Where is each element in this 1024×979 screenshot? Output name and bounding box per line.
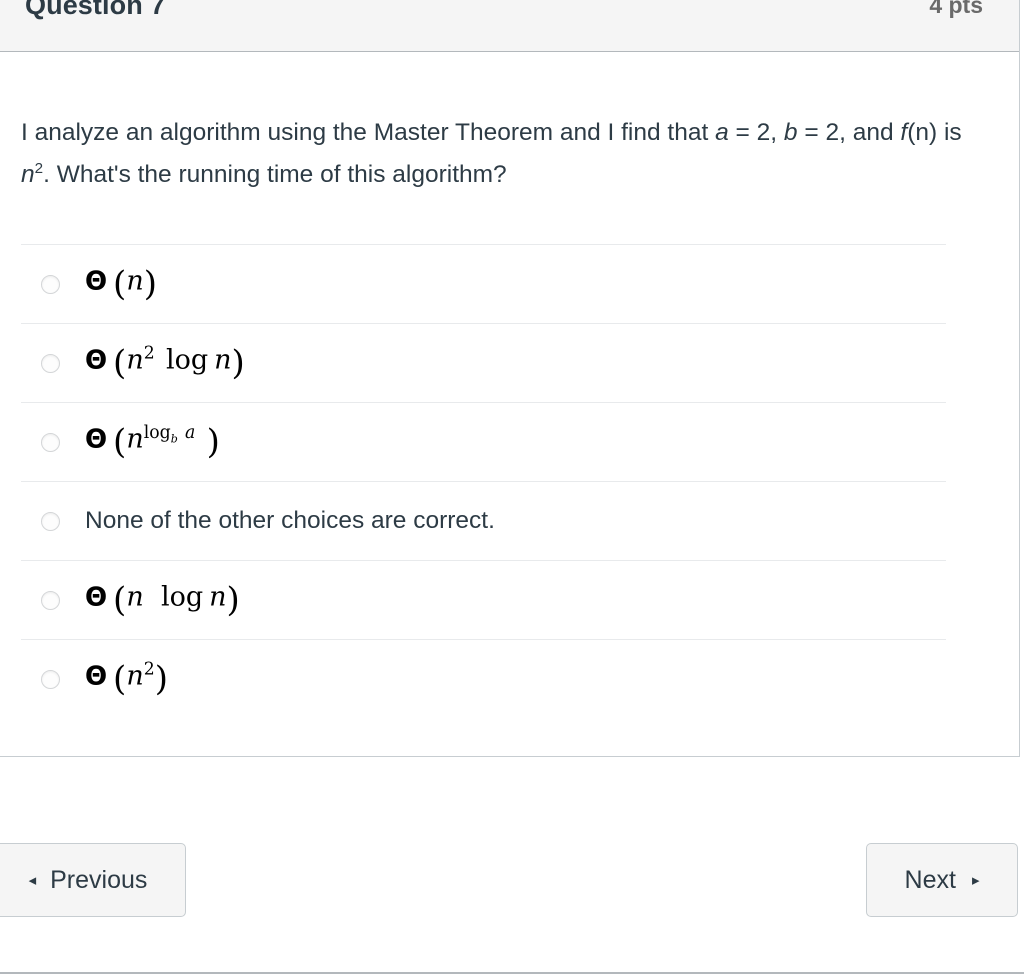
- theta-symbol: Θ: [85, 424, 108, 455]
- theta-symbol: Θ: [85, 266, 108, 297]
- math-log-operator: log: [143, 422, 171, 443]
- question-title: Question 7: [25, 0, 166, 20]
- quiz-navigation-bar: ◂ Previous Next ▸: [0, 843, 1024, 917]
- variable-n: n: [21, 161, 35, 189]
- close-paren: ): [143, 264, 157, 305]
- answer-option-theta-n2[interactable]: Θ (n2): [21, 639, 946, 718]
- answer-label-math: Θ (n): [85, 267, 157, 301]
- answer-label-text: None of the other choices are correct.: [85, 507, 495, 535]
- answer-label-math: Θ (n log n): [85, 583, 240, 617]
- math-exponent: 2: [143, 343, 155, 364]
- radio-button-icon[interactable]: [41, 590, 60, 610]
- math-log-argument: n: [209, 581, 227, 613]
- question-header: Question 7 4 pts: [0, 0, 1019, 52]
- question-body: I analyze an algorithm using the Master …: [0, 52, 1019, 756]
- answer-options-list: Θ (n) Θ (n2 log n) Θ (nlogb a) None of the oth…: [21, 244, 979, 756]
- variable-n-exponent: 2: [34, 159, 44, 177]
- math-variable-n: n: [126, 265, 144, 297]
- radio-button-icon[interactable]: [41, 274, 60, 294]
- answer-option-theta-n-log-b-a[interactable]: Θ (nlogb a): [21, 402, 946, 481]
- answer-label-math: Θ (n2 log n): [85, 343, 245, 384]
- radio-button-icon[interactable]: [41, 432, 60, 452]
- open-paren: (: [113, 659, 127, 700]
- previous-button-label: Previous: [50, 865, 148, 894]
- math-log-operator: log: [160, 581, 204, 613]
- prompt-segment-5: . What's the running time of this algori…: [43, 161, 507, 189]
- answer-option-theta-n-log-n[interactable]: Θ (n log n): [21, 560, 946, 639]
- close-paren: ): [206, 422, 220, 463]
- math-exponent-group: logb a: [143, 422, 196, 446]
- answer-option-theta-n2-log-n[interactable]: Θ (n2 log n): [21, 323, 946, 402]
- open-paren: (: [113, 264, 127, 305]
- math-base-n: n: [126, 660, 144, 692]
- theta-symbol: Θ: [85, 661, 108, 692]
- prompt-segment-3: = 2, and: [797, 119, 901, 146]
- math-log-argument: n: [214, 344, 232, 376]
- theta-symbol: Θ: [85, 345, 108, 376]
- prompt-segment-1: I analyze an algorithm using the Master …: [21, 119, 716, 146]
- theta-symbol: Θ: [85, 582, 108, 613]
- variable-a: a: [715, 119, 729, 146]
- previous-question-button[interactable]: ◂ Previous: [0, 843, 186, 917]
- radio-button-icon[interactable]: [41, 669, 60, 689]
- arrow-right-icon: ▸: [971, 871, 980, 889]
- radio-button-icon[interactable]: [41, 511, 60, 531]
- variable-b: b: [783, 119, 798, 146]
- quiz-question-screen: Question 7 4 pts I analyze an algorithm …: [0, 0, 1024, 979]
- open-paren: (: [113, 422, 127, 463]
- open-paren: (: [113, 580, 127, 621]
- close-paren: ): [154, 659, 168, 700]
- close-paren: ): [231, 343, 245, 384]
- open-paren: (: [113, 343, 127, 384]
- math-exponent: 2: [143, 659, 155, 680]
- question-prompt-text: I analyze an algorithm using the Master …: [21, 112, 979, 196]
- next-question-button[interactable]: Next ▸: [866, 843, 1018, 917]
- math-log-operator: log: [166, 344, 209, 376]
- close-paren: ): [226, 580, 240, 621]
- math-base-n: n: [126, 344, 144, 376]
- math-log-argument-a: a: [185, 422, 196, 443]
- answer-label-math: Θ (nlogb a): [85, 422, 220, 463]
- question-container: Question 7 4 pts I analyze an algorithm …: [0, 0, 1020, 758]
- prompt-segment-4: (n) is: [907, 119, 962, 146]
- answer-option-theta-n[interactable]: Θ (n): [21, 244, 946, 323]
- answer-label-math: Θ (n2): [85, 659, 168, 700]
- radio-button-icon[interactable]: [41, 353, 60, 373]
- math-base-n: n: [126, 423, 144, 455]
- prompt-segment-2: = 2,: [728, 119, 784, 146]
- arrow-left-icon: ◂: [28, 871, 37, 889]
- math-log-subscript-b: b: [170, 432, 178, 446]
- question-points-badge: 4 pts: [929, 0, 983, 18]
- bottom-divider: [0, 972, 1024, 974]
- answer-option-none-of-the-other[interactable]: None of the other choices are correct.: [21, 481, 946, 560]
- math-base-n: n: [126, 581, 144, 613]
- next-button-label: Next: [904, 865, 956, 894]
